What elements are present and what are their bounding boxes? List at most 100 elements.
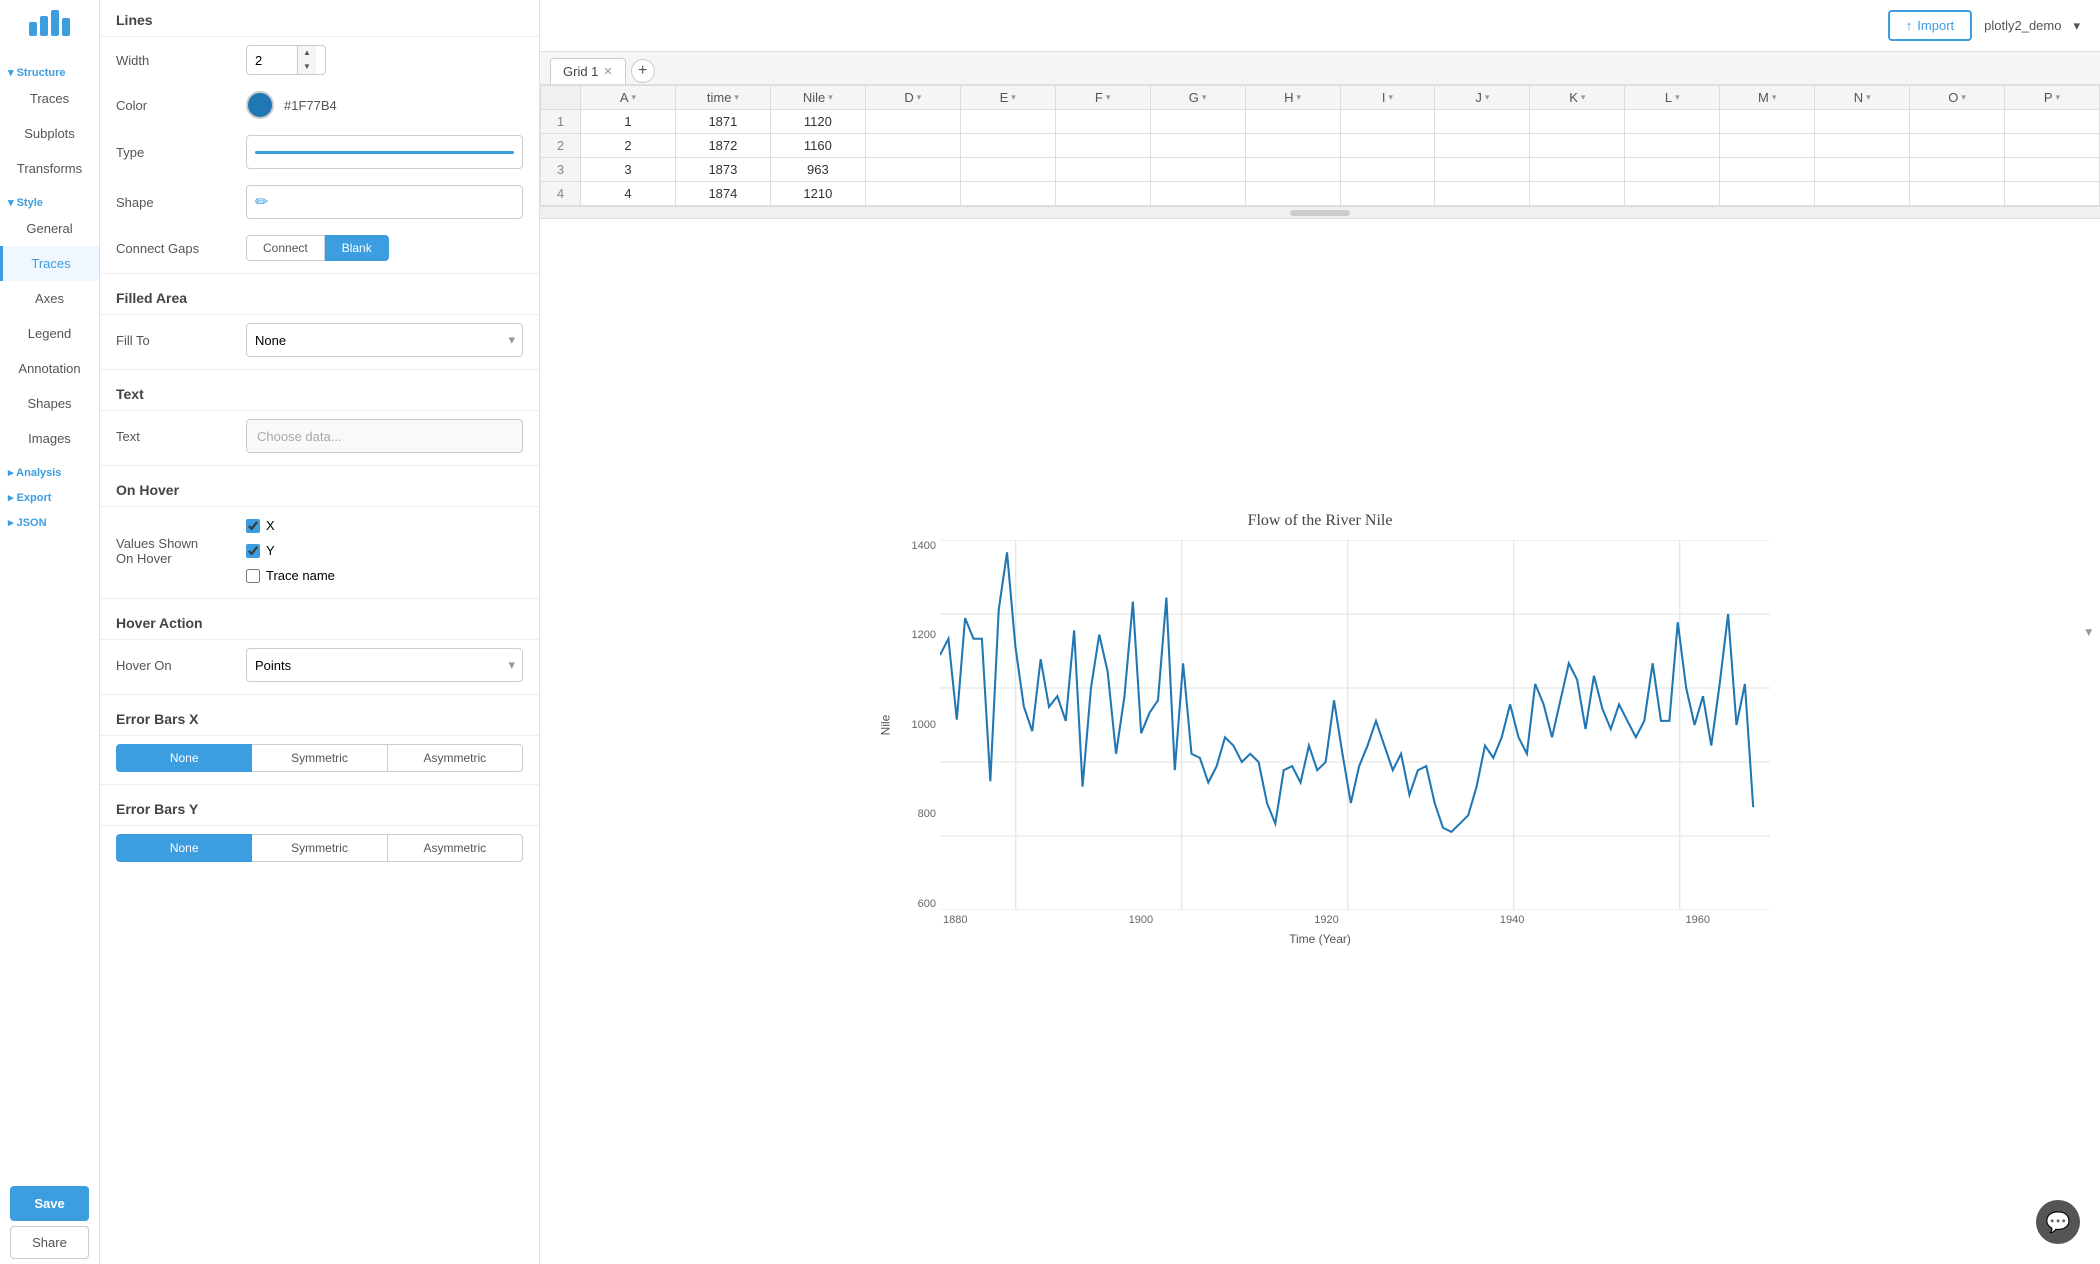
sidebar-item-subplots[interactable]: Subplots <box>0 116 99 151</box>
export-label[interactable]: ▸ Export <box>0 481 99 506</box>
save-button[interactable]: Save <box>10 1186 89 1221</box>
col-header-d[interactable]: D▾ <box>865 86 960 110</box>
sidebar-item-annotation[interactable]: Annotation <box>0 351 99 386</box>
y-checkbox[interactable] <box>246 544 260 558</box>
table-cell[interactable]: 963 <box>770 158 865 182</box>
table-cell-empty[interactable] <box>1530 158 1625 182</box>
table-cell-empty[interactable] <box>960 182 1055 206</box>
table-cell-empty[interactable] <box>1720 110 1815 134</box>
x-checkbox[interactable] <box>246 519 260 533</box>
error-y-asymmetric-button[interactable]: Asymmetric <box>388 834 523 862</box>
shape-select[interactable]: ✏ <box>246 185 523 219</box>
share-button[interactable]: Share <box>10 1226 89 1259</box>
table-cell[interactable]: 1873 <box>675 158 770 182</box>
sidebar-item-images[interactable]: Images <box>0 421 99 456</box>
hover-on-select[interactable]: Points <box>246 648 523 682</box>
table-cell[interactable]: 1872 <box>675 134 770 158</box>
error-x-none-button[interactable]: None <box>116 744 252 772</box>
structure-group-label[interactable]: ▾ Structure <box>0 56 99 81</box>
col-header-o[interactable]: O▾ <box>1910 86 2005 110</box>
table-cell-empty[interactable] <box>1815 110 1910 134</box>
table-cell[interactable]: 1160 <box>770 134 865 158</box>
table-cell-empty[interactable] <box>2005 110 2100 134</box>
table-cell-empty[interactable] <box>1340 134 1435 158</box>
table-cell-empty[interactable] <box>1815 158 1910 182</box>
error-y-none-button[interactable]: None <box>116 834 252 862</box>
col-header-m[interactable]: M▾ <box>1720 86 1815 110</box>
col-header-i[interactable]: I▾ <box>1340 86 1435 110</box>
table-cell-empty[interactable] <box>1720 182 1815 206</box>
col-header-nile[interactable]: Nile▾ <box>770 86 865 110</box>
col-header-n[interactable]: N▾ <box>1815 86 1910 110</box>
analysis-label[interactable]: ▸ Analysis <box>0 456 99 481</box>
chat-button[interactable]: 💬 <box>2036 1200 2080 1244</box>
tab-close-button[interactable]: ✕ <box>603 65 612 78</box>
sidebar-item-traces-style[interactable]: Traces <box>0 246 99 281</box>
grid-1-tab[interactable]: Grid 1 ✕ <box>550 58 626 84</box>
table-cell[interactable]: 1 <box>581 110 676 134</box>
table-cell-empty[interactable] <box>2005 182 2100 206</box>
json-label[interactable]: ▸ JSON <box>0 506 99 531</box>
col-header-f[interactable]: F▾ <box>1055 86 1150 110</box>
table-cell-empty[interactable] <box>1625 158 1720 182</box>
table-cell-empty[interactable] <box>1435 110 1530 134</box>
table-cell-empty[interactable] <box>1055 110 1150 134</box>
table-cell-empty[interactable] <box>1435 182 1530 206</box>
table-cell-empty[interactable] <box>1625 110 1720 134</box>
blank-button[interactable]: Blank <box>325 235 389 261</box>
table-cell-empty[interactable] <box>1910 182 2005 206</box>
sidebar-item-axes[interactable]: Axes <box>0 281 99 316</box>
style-group-label[interactable]: ▾ Style <box>0 186 99 211</box>
text-data-select[interactable]: Choose data... <box>246 419 523 453</box>
col-header-g[interactable]: G▾ <box>1150 86 1245 110</box>
table-cell-empty[interactable] <box>1720 158 1815 182</box>
table-cell-empty[interactable] <box>1435 158 1530 182</box>
connect-button[interactable]: Connect <box>246 235 325 261</box>
line-type-preview[interactable] <box>246 135 523 169</box>
table-cell-empty[interactable] <box>1625 134 1720 158</box>
trace-name-checkbox[interactable] <box>246 569 260 583</box>
table-cell-empty[interactable] <box>865 182 960 206</box>
table-cell-empty[interactable] <box>1910 158 2005 182</box>
table-cell-empty[interactable] <box>865 134 960 158</box>
table-cell-empty[interactable] <box>2005 134 2100 158</box>
table-cell-empty[interactable] <box>1340 182 1435 206</box>
table-cell-empty[interactable] <box>1815 182 1910 206</box>
import-button[interactable]: ↑ Import <box>1888 10 1972 41</box>
table-cell-empty[interactable] <box>1530 134 1625 158</box>
sidebar-item-legend[interactable]: Legend <box>0 316 99 351</box>
table-cell-empty[interactable] <box>1055 134 1150 158</box>
table-cell-empty[interactable] <box>865 110 960 134</box>
table-cell-empty[interactable] <box>1150 134 1245 158</box>
table-cell-empty[interactable] <box>1245 158 1340 182</box>
col-header-time[interactable]: time▾ <box>675 86 770 110</box>
table-cell-empty[interactable] <box>960 134 1055 158</box>
table-cell-empty[interactable] <box>1245 134 1340 158</box>
horizontal-scrollbar[interactable] <box>540 206 2100 218</box>
table-cell-empty[interactable] <box>1245 182 1340 206</box>
table-cell-empty[interactable] <box>1055 158 1150 182</box>
table-cell[interactable]: 1874 <box>675 182 770 206</box>
table-cell-empty[interactable] <box>1340 110 1435 134</box>
table-cell-empty[interactable] <box>1530 110 1625 134</box>
table-cell[interactable]: 3 <box>581 158 676 182</box>
table-cell-empty[interactable] <box>1055 182 1150 206</box>
add-tab-button[interactable]: + <box>631 59 655 83</box>
table-cell-empty[interactable] <box>1530 182 1625 206</box>
error-y-symmetric-button[interactable]: Symmetric <box>252 834 387 862</box>
sidebar-item-traces-structure[interactable]: Traces <box>0 81 99 116</box>
sidebar-item-shapes[interactable]: Shapes <box>0 386 99 421</box>
fill-to-select[interactable]: None <box>246 323 523 357</box>
table-cell-empty[interactable] <box>960 110 1055 134</box>
sidebar-item-general[interactable]: General <box>0 211 99 246</box>
table-cell[interactable]: 1120 <box>770 110 865 134</box>
table-cell-empty[interactable] <box>1910 110 2005 134</box>
width-down-button[interactable]: ▼ <box>298 60 316 74</box>
error-x-asymmetric-button[interactable]: Asymmetric <box>388 744 523 772</box>
table-cell-empty[interactable] <box>1720 134 1815 158</box>
table-cell-empty[interactable] <box>1150 110 1245 134</box>
table-cell-empty[interactable] <box>1150 158 1245 182</box>
width-up-button[interactable]: ▲ <box>298 46 316 60</box>
width-input[interactable] <box>247 46 297 74</box>
table-cell-empty[interactable] <box>1150 182 1245 206</box>
